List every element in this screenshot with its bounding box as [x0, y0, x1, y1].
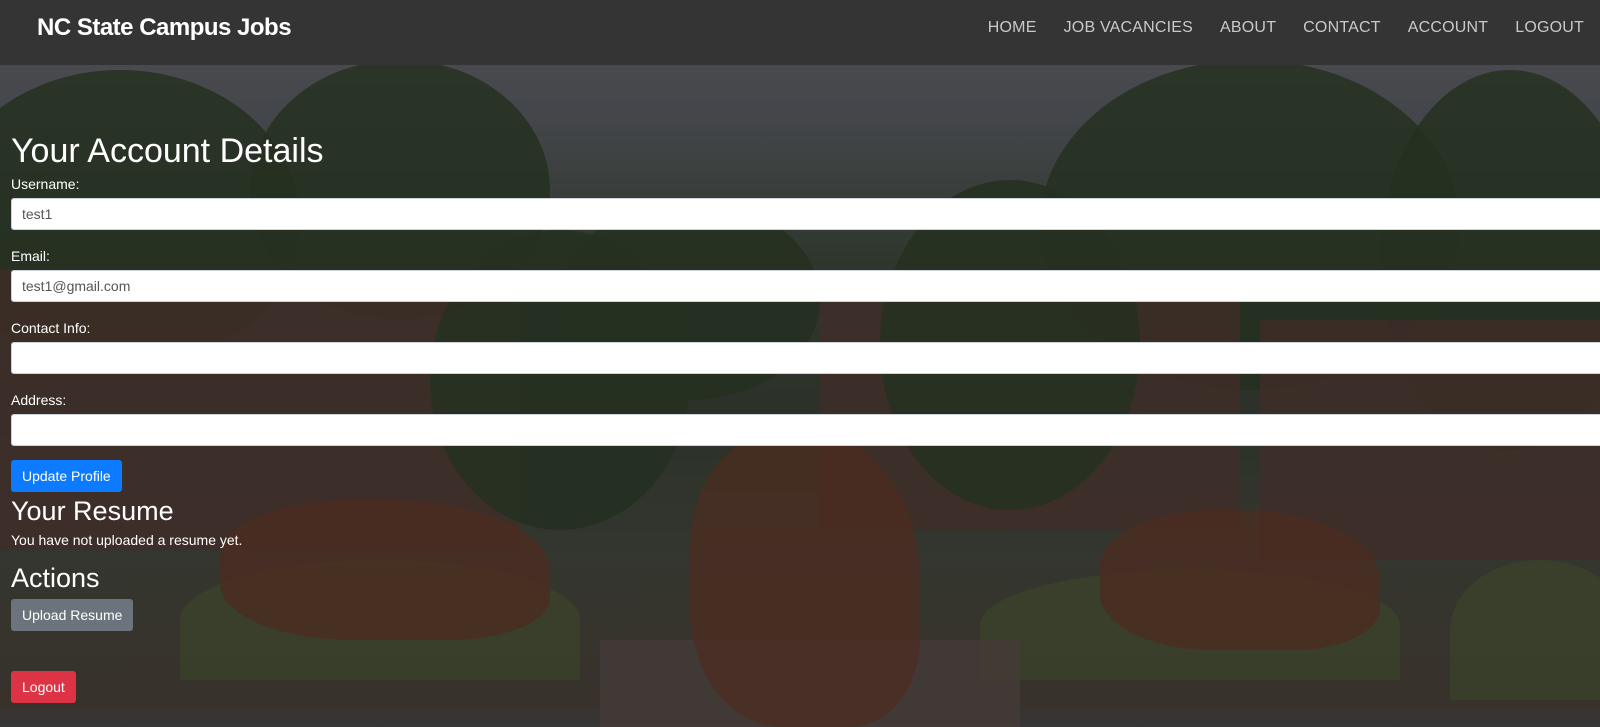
address-label: Address:: [11, 392, 67, 408]
page-title: Your Account Details: [11, 132, 324, 170]
upload-resume-button[interactable]: Upload Resume: [11, 599, 134, 631]
contact-info-input[interactable]: [11, 342, 1600, 374]
resume-status-text: You have not uploaded a resume yet.: [11, 532, 243, 548]
brand-logo-text[interactable]: NC State Campus Jobs: [37, 14, 292, 42]
nav-logout[interactable]: LOGOUT: [1515, 19, 1584, 37]
contact-info-label: Contact Info:: [11, 320, 91, 336]
username-input[interactable]: [11, 198, 1600, 230]
nav-account[interactable]: ACCOUNT: [1408, 19, 1489, 37]
nav-home[interactable]: HOME: [988, 19, 1037, 37]
email-input[interactable]: [11, 270, 1600, 302]
nav-links: HOME JOB VACANCIES ABOUT CONTACT ACCOUNT…: [988, 19, 1584, 37]
resume-heading: Your Resume: [11, 496, 174, 526]
username-label: Username:: [11, 176, 80, 192]
nav-about[interactable]: ABOUT: [1220, 19, 1276, 37]
address-input[interactable]: [11, 414, 1600, 446]
actions-heading: Actions: [11, 563, 100, 593]
logout-button[interactable]: Logout: [11, 671, 76, 703]
update-profile-button[interactable]: Update Profile: [11, 460, 122, 492]
nav-contact[interactable]: CONTACT: [1303, 19, 1381, 37]
top-navbar: NC State Campus Jobs HOME JOB VACANCIES …: [0, 0, 1600, 65]
nav-job-vacancies[interactable]: JOB VACANCIES: [1064, 19, 1193, 37]
account-content: Your Account Details Username: Email: Co…: [11, 130, 1600, 703]
email-label: Email:: [11, 248, 50, 264]
